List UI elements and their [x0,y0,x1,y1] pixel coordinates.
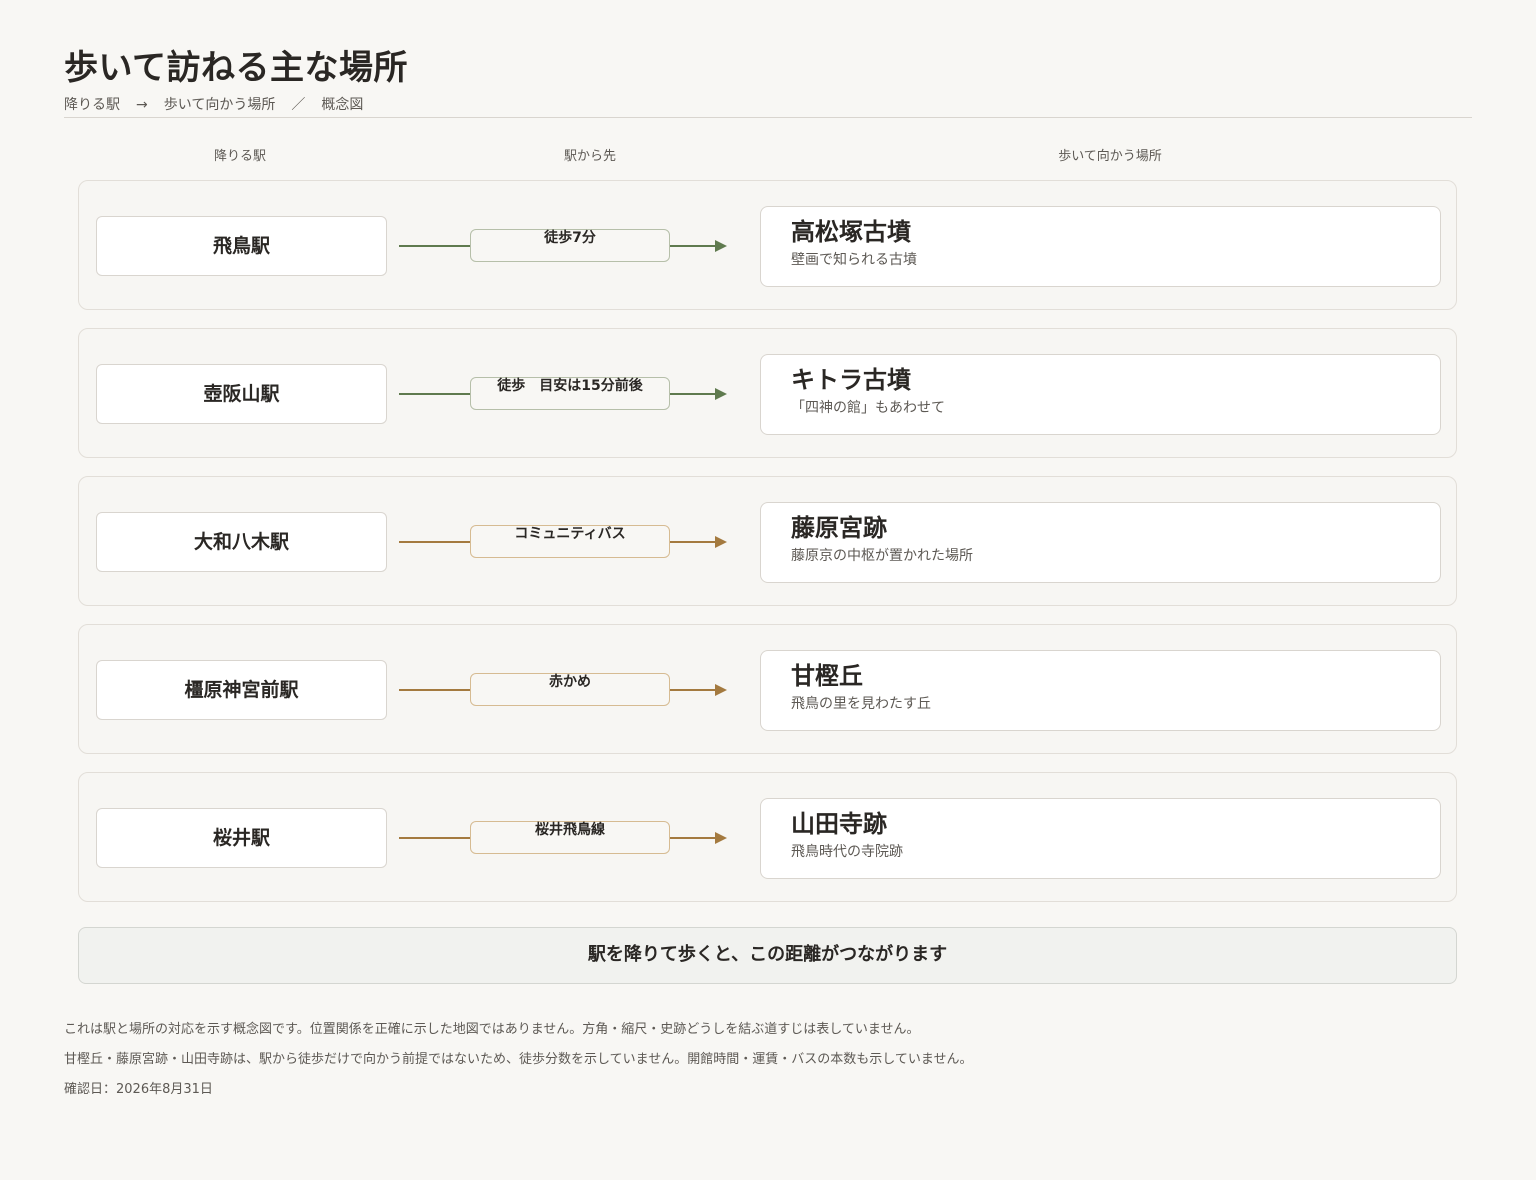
subtitle-arrow: → [136,97,148,113]
summary-banner: 駅を降りて歩くと、この距離がつながります [78,927,1457,984]
page-title: 歩いて訪ねる主な場所 [64,48,408,88]
route-row: 橿原神宮前駅 赤かめ 甘樫丘 飛鳥の里を見わたす丘 [78,624,1457,754]
column-header-place: 歩いて向かう場所 [1058,149,1162,164]
column-header-connection: 駅から先 [563,149,616,164]
transport-mode-label: 徒歩 目安は15分前後 [470,377,670,410]
subtitle-concept: 概念図 [321,97,364,113]
route-connector: 徒歩7分 [399,229,729,263]
station-box: 飛鳥駅 [96,216,387,276]
station-box: 橿原神宮前駅 [96,660,387,720]
arrow-icon [715,240,727,252]
route-connector: 桜井飛鳥線 [399,821,729,855]
column-header-station: 降りる駅 [213,149,266,164]
route-connector: 赤かめ [399,673,729,707]
destination-name: 藤原宮跡 [791,514,887,542]
station-box: 壺阪山駅 [96,364,387,424]
subtitle-slash: ／ [291,97,306,113]
transport-mode-label: 赤かめ [470,673,670,706]
destination-name: キトラ古墳 [791,366,911,394]
destination-description: 飛鳥時代の寺院跡 [791,844,903,860]
transport-mode-label: 徒歩7分 [470,229,670,262]
destination-name: 高松塚古墳 [791,218,911,246]
destination-box: キトラ古墳 「四神の館」もあわせて [760,354,1441,435]
destination-box: 山田寺跡 飛鳥時代の寺院跡 [760,798,1441,879]
title-divider [64,117,1472,118]
arrow-icon [715,388,727,400]
footnote: これは駅と場所の対応を示す概念図です。位置関係を正確に示した地図ではありません。… [64,1022,920,1037]
destination-name: 山田寺跡 [791,810,887,838]
arrow-icon [715,832,727,844]
footnotes: これは駅と場所の対応を示す概念図です。位置関係を正確に示した地図ではありません。… [64,1021,972,1111]
page-subtitle: 降りる駅 → 歩いて向かう場所 ／ 概念図 [64,94,363,114]
destination-description: 「四神の館」もあわせて [791,400,945,416]
arrow-icon [715,536,727,548]
route-connector: コミュニティバス [399,525,729,559]
route-row: 壺阪山駅 徒歩 目安は15分前後 キトラ古墳 「四神の館」もあわせて [78,328,1457,458]
route-row: 飛鳥駅 徒歩7分 高松塚古墳 壁画で知られる古墳 [78,180,1457,310]
subtitle-station: 降りる駅 [64,97,120,113]
station-box: 桜井駅 [96,808,387,868]
destination-name: 甘樫丘 [791,662,863,690]
footnote: 甘樫丘・藤原宮跡・山田寺跡は、駅から徒歩だけで向かう前提ではないため、徒歩分数を… [64,1052,973,1067]
destination-description: 壁画で知られる古墳 [791,252,917,268]
destination-box: 藤原宮跡 藤原京の中枢が置かれた場所 [760,502,1441,583]
transport-mode-label: 桜井飛鳥線 [470,821,670,854]
destination-description: 飛鳥の里を見わたす丘 [791,696,931,712]
destination-box: 高松塚古墳 壁画で知られる古墳 [760,206,1441,287]
subtitle-place: 歩いて向かう場所 [163,97,276,113]
destination-box: 甘樫丘 飛鳥の里を見わたす丘 [760,650,1441,731]
route-row: 大和八木駅 コミュニティバス 藤原宮跡 藤原京の中枢が置かれた場所 [78,476,1457,606]
arrow-icon [715,684,727,696]
station-box: 大和八木駅 [96,512,387,572]
route-row: 桜井駅 桜井飛鳥線 山田寺跡 飛鳥時代の寺院跡 [78,772,1457,902]
destination-description: 藤原京の中枢が置かれた場所 [791,548,973,564]
route-connector: 徒歩 目安は15分前後 [399,377,729,411]
confirmation-date: 確認日：2026年8月31日 [64,1082,213,1097]
transport-mode-label: コミュニティバス [470,525,670,558]
